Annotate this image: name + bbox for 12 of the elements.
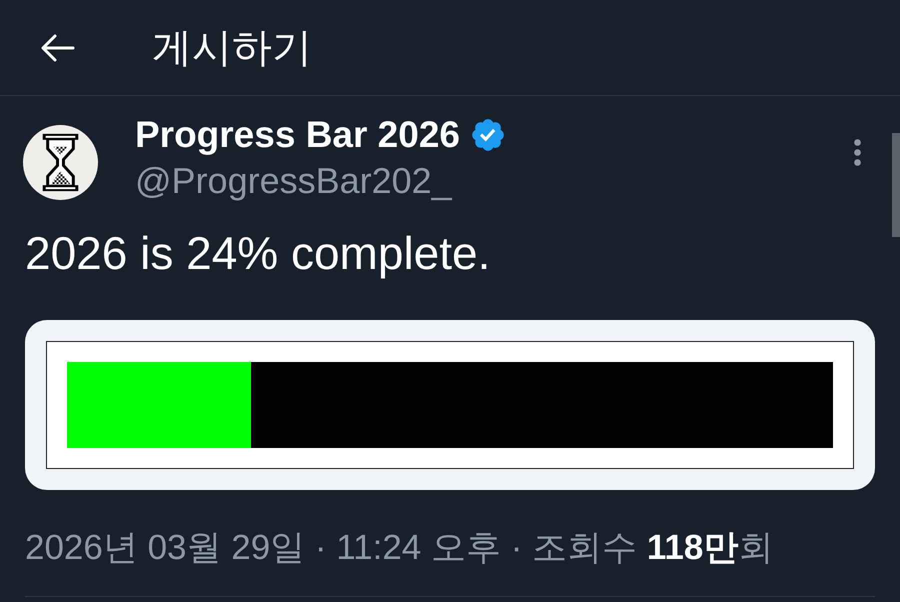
post-text: 2026 is 24% complete. [25, 226, 492, 280]
more-options-button[interactable] [851, 137, 863, 167]
more-options-icon [854, 138, 860, 166]
back-arrow-icon [41, 34, 75, 62]
author-name[interactable]: Progress Bar 2026 [135, 113, 460, 157]
back-button[interactable] [41, 34, 75, 62]
author-handle[interactable]: @ProgressBar202_ [135, 160, 851, 202]
media-card[interactable] [25, 320, 875, 490]
post-timestamp-views: 2026년 03월 29일 · 11:24 오후 · 조회수 118만회 [25, 527, 774, 569]
page-title: 게시하기 [152, 24, 312, 72]
hourglass-avatar-icon[interactable] [23, 125, 98, 200]
scrollbar-thumb[interactable] [892, 133, 900, 237]
